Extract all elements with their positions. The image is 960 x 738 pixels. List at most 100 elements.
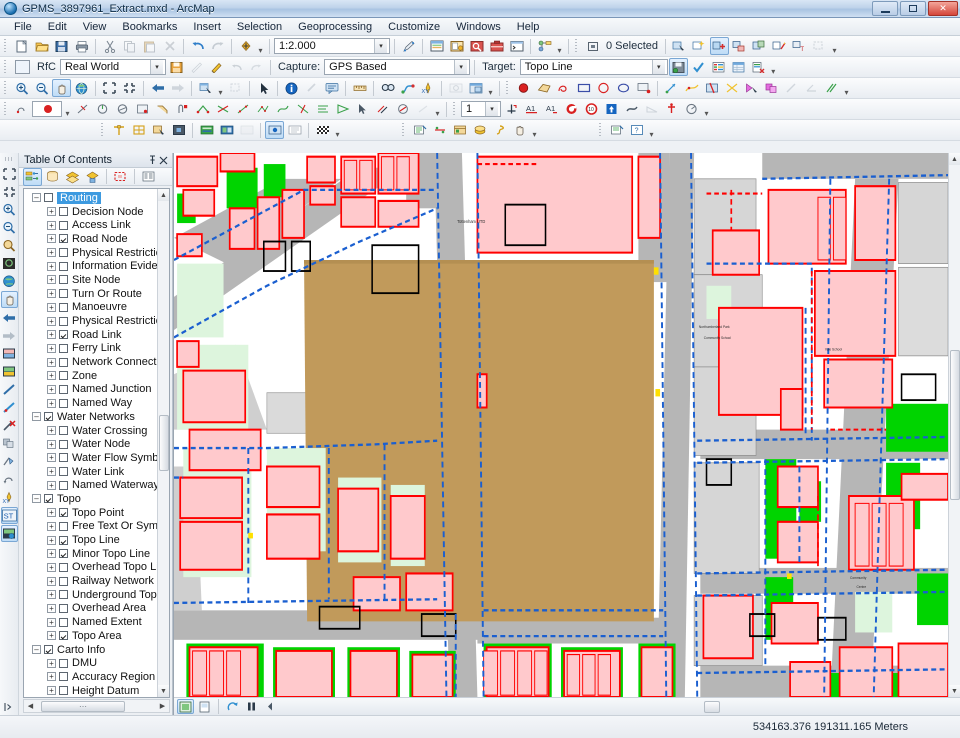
layer-visibility-checkbox[interactable] [59,371,68,381]
validate-features-icon[interactable] [689,58,708,76]
street-view-st-icon[interactable]: ST [0,507,18,524]
toc-layer-row[interactable]: + Topo Line [24,533,157,547]
cluster-tolerance-combo[interactable]: 1 ▾ [461,101,501,117]
map-green-layer-icon[interactable] [1,363,18,380]
circle-slash-icon[interactable] [682,100,701,118]
editor-toolbar-grip[interactable] [4,59,9,75]
vertical-toolbar-grip[interactable] [4,157,14,161]
layer-visibility-checkbox[interactable] [59,562,68,572]
pin-icon[interactable] [147,154,158,166]
map-scroll-thumb[interactable] [949,350,960,500]
expand-icon[interactable]: + [47,426,56,436]
layer-visibility-checkbox[interactable] [59,535,68,545]
find-icon[interactable] [378,79,397,97]
layer-visibility-checkbox[interactable] [59,330,68,340]
expand-icon[interactable]: + [47,576,56,586]
table-of-contents-icon[interactable] [427,37,446,55]
gps-stream-icon[interactable] [470,121,489,139]
layer-visibility-checkbox[interactable] [59,521,68,531]
sketch-text-icon[interactable] [634,79,653,97]
layer-visibility-checkbox[interactable] [59,617,68,627]
layer-visibility-checkbox[interactable] [59,384,68,394]
map-scroll-up-icon[interactable]: ▲ [948,153,960,165]
toc-layer-row[interactable]: + DMU [24,656,157,670]
clear-selected-features-icon[interactable] [226,79,245,97]
copy-icon[interactable] [120,37,139,55]
layout-view-icon[interactable] [196,699,213,714]
toc-layer-row[interactable]: + Overhead Area [24,602,157,616]
expand-icon[interactable]: + [47,220,56,230]
curve-marker-icon[interactable] [622,100,641,118]
split-icon[interactable] [722,79,741,97]
python-window-icon[interactable] [507,37,526,55]
expand-icon[interactable]: + [47,261,56,271]
expand-icon[interactable]: + [47,289,56,299]
merge-icon[interactable] [742,79,761,97]
draw-toolbar-grip[interactable] [506,80,511,96]
expand-icon[interactable]: + [47,480,56,490]
menu-item-windows[interactable]: Windows [448,20,509,34]
layer-visibility-checkbox[interactable] [59,549,68,559]
zoom-in-icon[interactable] [1,201,18,218]
rotate-icon[interactable] [662,79,681,97]
reshape-icon[interactable] [682,79,701,97]
editor-toolbar-icon[interactable] [399,37,418,55]
select-features-icon[interactable] [670,37,689,55]
toc-layer-row[interactable]: + Physical Restriction [24,314,157,328]
layer-visibility-checkbox[interactable] [59,426,68,436]
list-by-drawing-order-icon[interactable] [23,167,42,186]
trace-icon[interactable] [782,79,801,97]
toc-layer-row[interactable]: + Decision Node [24,205,157,219]
expand-icon[interactable]: + [47,357,56,367]
expand-icon[interactable]: + [47,535,56,545]
expand-icon[interactable]: + [47,330,56,340]
toc-layer-row[interactable]: + Road Link [24,328,157,342]
menu-item-customize[interactable]: Customize [380,20,448,34]
expand-icon[interactable]: + [47,371,56,381]
expand-icon[interactable]: + [47,234,56,244]
toc-vertical-scrollbar[interactable]: ▲ ▼ [157,189,169,697]
toolbar-grip[interactable] [4,38,9,54]
layer-visibility-checkbox[interactable] [59,248,68,258]
adv-toolbar-grip[interactable] [4,101,9,117]
fillet-icon[interactable] [153,100,172,118]
html-popup-icon[interactable] [322,79,341,97]
create-viewer-icon[interactable] [466,79,485,97]
scroll-left-icon[interactable]: ◀ [24,700,37,712]
toc-layer-row[interactable]: + Accuracy Region [24,670,157,684]
list-by-editing-icon[interactable] [111,168,130,186]
rotate-vertex-icon[interactable] [12,100,31,118]
menu-item-view[interactable]: View [75,20,115,34]
draw-toolbar-overflow[interactable]: ▾ [842,80,851,97]
delete-attributes-icon[interactable] [749,58,768,76]
model-builder-icon[interactable] [535,37,554,55]
zoom-out-icon[interactable] [32,79,51,97]
layer-visibility-checkbox[interactable] [44,193,53,203]
options-icon[interactable] [139,168,158,186]
hyperlink-icon[interactable] [302,79,321,97]
layer-visibility-checkbox[interactable] [44,494,53,504]
add-data-dropdown[interactable]: ▾ [256,38,265,55]
toc-layer-row[interactable]: + Minor Topo Line [24,547,157,561]
node-top-icon[interactable] [109,121,128,139]
sketch-ellipse-icon[interactable] [614,79,633,97]
layer-visibility-checkbox[interactable] [59,480,68,490]
gps-pan-icon[interactable] [510,121,529,139]
split-edge-icon[interactable] [293,100,312,118]
layer-visibility-checkbox[interactable] [59,590,68,600]
pan-icon[interactable] [0,291,18,308]
toc-layer-row[interactable]: – Topo [24,492,157,506]
speed-limit-icon[interactable]: 10 [582,100,601,118]
toc-layer-row[interactable]: + Zone [24,369,157,383]
zoom-to-selection-icon[interactable] [1,255,18,272]
adv-toolbar-overflow[interactable]: ▾ [433,101,442,118]
toc-layer-row[interactable]: + Railway Network Link [24,574,157,588]
topology-toolbar-overflow[interactable]: ▾ [702,101,711,118]
menu-item-help[interactable]: Help [509,20,548,34]
move-feature-icon[interactable] [1,453,18,470]
edit-sketch-icon[interactable] [187,58,206,76]
toc-layer-row[interactable]: + Named Extent [24,615,157,629]
select-topology-icon[interactable] [353,100,372,118]
expand-icon[interactable]: + [47,343,56,353]
smooth-icon[interactable] [273,100,292,118]
